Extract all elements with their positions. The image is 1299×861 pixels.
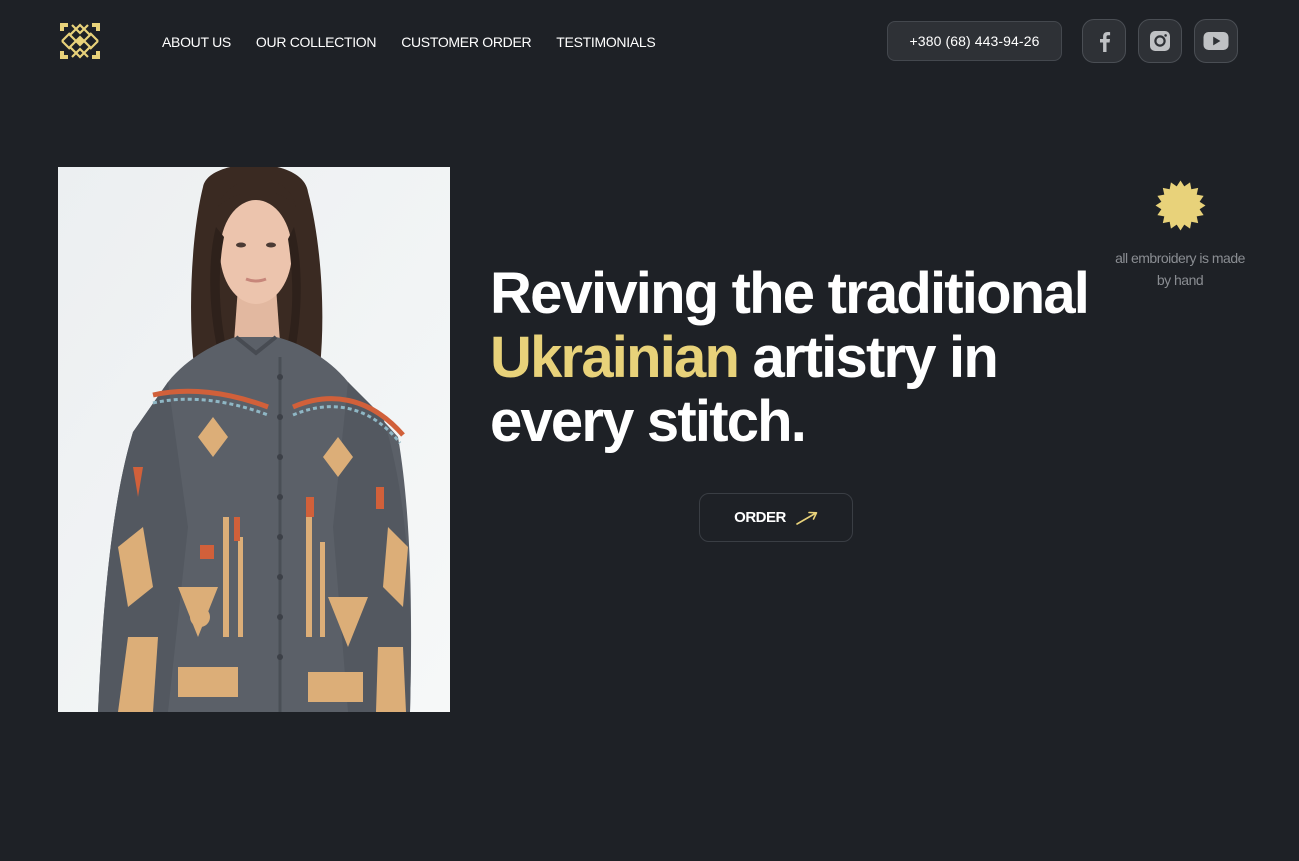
headline-accent: Ukrainian	[490, 325, 740, 390]
phone-button[interactable]: +380 (68) 443-94-26	[887, 21, 1062, 61]
instagram-icon	[1150, 31, 1170, 51]
instagram-button[interactable]	[1138, 19, 1182, 63]
phone-number: +380 (68) 443-94-26	[909, 33, 1040, 49]
facebook-button[interactable]	[1082, 19, 1126, 63]
facebook-icon	[1100, 32, 1111, 52]
nav-customer-order[interactable]: CUSTOMER ORDER	[401, 33, 531, 51]
nav-testimonials[interactable]: TESTIMONIALS	[556, 33, 655, 51]
arrow-up-right-icon	[796, 511, 818, 525]
youtube-icon	[1203, 32, 1229, 50]
handmade-badge-text: all embroidery is made by hand	[1115, 250, 1245, 288]
youtube-button[interactable]	[1194, 19, 1238, 63]
order-button[interactable]: ORDER	[699, 493, 853, 542]
starburst-icon	[1155, 180, 1206, 231]
nav-our-collection[interactable]: OUR COLLECTION	[256, 33, 377, 51]
headline-text-1: Reviving the traditional	[490, 261, 1090, 326]
hero-photo	[58, 167, 450, 712]
logo-icon[interactable]	[58, 21, 102, 61]
main-nav: ABOUT US OUR COLLECTION CUSTOMER ORDER T…	[162, 33, 656, 51]
nav-about-us[interactable]: ABOUT US	[162, 33, 231, 51]
hero-headline: Reviving the traditional Ukrainian artis…	[490, 262, 1090, 454]
order-label: ORDER	[734, 509, 786, 526]
model-in-embroidered-shirt-photo	[58, 167, 450, 712]
